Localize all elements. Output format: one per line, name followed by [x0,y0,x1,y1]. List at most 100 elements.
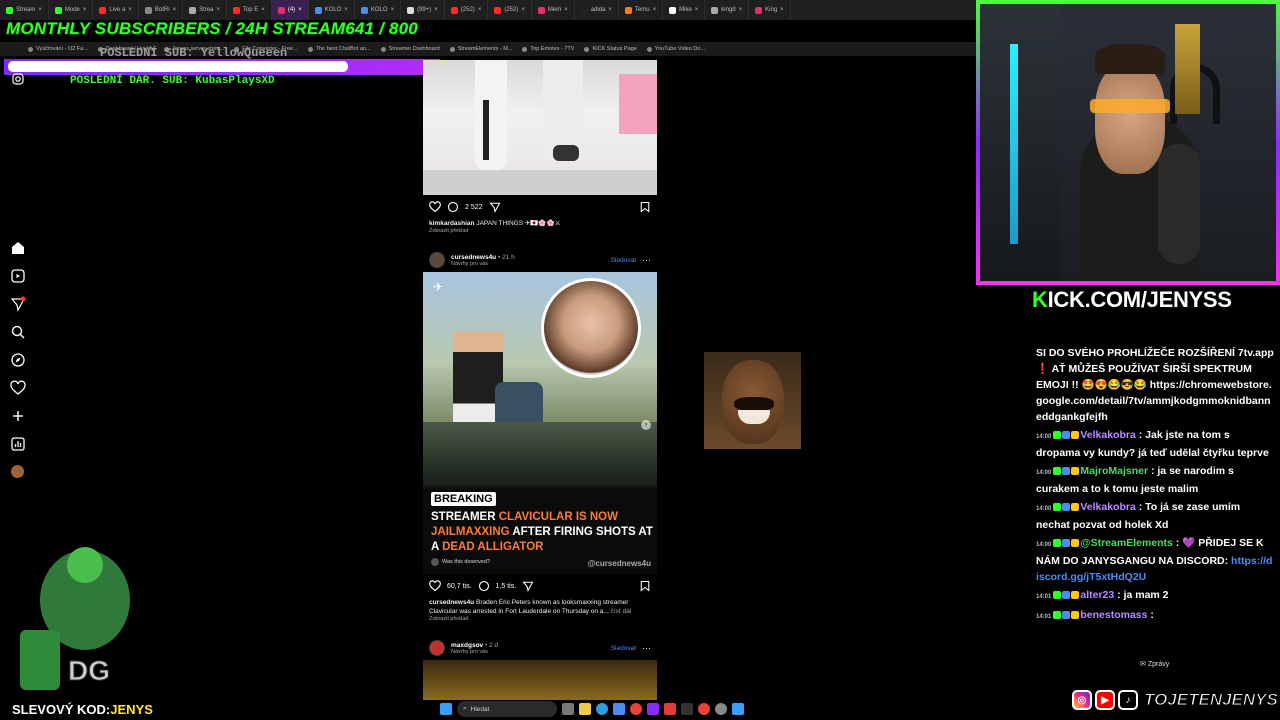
edge-icon[interactable] [596,703,608,715]
home-icon[interactable] [10,240,26,256]
browser-tab[interactable]: (99+) × [401,0,445,20]
comment-icon[interactable] [447,201,459,213]
tab-close-icon[interactable]: × [739,7,743,13]
browser-tab[interactable]: Top E × [227,0,272,20]
comment-icon[interactable] [478,580,490,592]
bookmark-icon[interactable] [639,201,651,213]
tab-close-icon[interactable]: × [173,7,177,13]
browser-tab[interactable]: Mode × [49,0,94,20]
windows-start-icon[interactable] [440,703,452,715]
bookmark-icon[interactable] [639,580,651,592]
caption-username[interactable]: cursednews4u [429,599,474,606]
like-heart-icon[interactable] [429,201,441,213]
post-image[interactable] [423,660,657,700]
reels-icon[interactable] [10,268,26,284]
chat-username[interactable]: benestomass [1080,609,1147,621]
messages-icon[interactable]: ✉ [1140,661,1146,668]
tab-close-icon[interactable]: × [653,7,657,13]
tab-close-icon[interactable]: × [38,7,42,13]
post-avatar[interactable] [429,640,445,656]
browser-tab[interactable]: BotRi × [139,0,184,20]
chat-username[interactable]: Velkakobra [1080,501,1135,513]
tab-close-icon[interactable]: × [128,7,132,13]
post-avatar[interactable] [429,252,445,268]
browser-tab[interactable]: Live a × [93,0,139,20]
tab-close-icon[interactable]: × [298,7,302,13]
post-username[interactable]: cursednews4u [451,254,496,261]
browser-tab[interactable]: Strea × [183,0,227,20]
caption-username[interactable]: kimkardashian [429,220,475,227]
browser-tab[interactable]: King × [749,0,791,20]
bookmark-item[interactable]: Top Emotes - 7TV [522,46,574,52]
tab-close-icon[interactable]: × [478,7,482,13]
follow-button[interactable]: Sledovat [611,645,636,652]
tab-close-icon[interactable]: × [780,7,784,13]
app-icon[interactable] [681,703,693,715]
more-options-icon[interactable]: ··· [642,255,651,265]
browser-tab[interactable]: (252) × [445,0,489,20]
instagram-logo-icon[interactable] [12,72,24,85]
read-more-link[interactable]: číst dál [611,608,632,615]
tab-close-icon[interactable]: × [695,7,699,13]
browser-tab[interactable]: KOLO × [355,0,402,20]
tab-close-icon[interactable]: × [261,7,265,13]
app-icon[interactable] [664,703,676,715]
like-count: 60,7 tis. [447,582,472,590]
store-icon[interactable] [613,703,625,715]
bookmark-item[interactable]: Vyúčtování - O2 Fa... [28,46,88,52]
post-username[interactable]: maxdgsov [451,642,483,649]
profile-avatar-icon[interactable] [11,465,24,478]
file-explorer-icon[interactable] [579,703,591,715]
browser-tab[interactable]: Mem × [532,0,575,20]
next-arrow-icon[interactable]: › [641,420,651,430]
post-image[interactable] [423,60,657,195]
chat-username[interactable]: alter23 [1080,589,1114,601]
tab-close-icon[interactable]: × [521,7,525,13]
notifications-heart-icon[interactable] [10,380,26,396]
chat-username[interactable]: @StreamElements [1080,537,1173,549]
search-icon[interactable] [10,324,26,340]
bookmark-item[interactable]: StreamElements - M... [449,46,512,52]
more-options-icon[interactable]: ··· [642,643,651,653]
dashboard-icon[interactable] [10,436,26,452]
share-icon[interactable] [522,580,534,592]
bookmark-item[interactable]: The best ChatBot an... [307,46,371,52]
bookmark-item[interactable]: KICK Status Page [584,46,637,52]
bookmark-item[interactable]: YouTube Video Do... [646,46,705,52]
tab-favicon-icon [494,6,502,14]
bookmark-item[interactable]: Streamer Dashboard [380,46,440,52]
chat-username[interactable]: MajroMajsner [1080,465,1148,477]
tab-close-icon[interactable]: × [434,7,438,13]
tab-close-icon[interactable]: × [216,7,220,13]
like-heart-icon[interactable] [429,580,441,592]
notepad-icon[interactable] [732,703,744,715]
post-image[interactable]: ✈ › BREAKING STREAMER CLAVICULAR IS NOW … [423,272,657,574]
browser-tab[interactable]: (252) × [488,0,532,20]
browser-tab[interactable]: Temu × [619,0,664,20]
create-plus-icon[interactable] [10,408,26,424]
follow-button[interactable]: Sledovat [611,257,636,264]
browser-tab[interactable]: Stream × [0,0,49,20]
chat-message: 14:00 Velkakobra : Jak jste na tom s drop… [1036,427,1274,461]
share-icon[interactable] [488,201,501,213]
explore-icon[interactable] [10,352,26,368]
direct-messages-icon[interactable] [10,296,26,312]
taskbar-search[interactable]: ⌕ Hledat [457,701,557,717]
messages-label[interactable]: Zprávy [1148,661,1169,668]
tab-close-icon[interactable]: × [564,7,568,13]
app-icon[interactable] [647,703,659,715]
settings-icon[interactable] [715,703,727,715]
tab-close-icon[interactable]: × [83,7,87,13]
tab-close-icon[interactable]: × [344,7,348,13]
browser-tab[interactable]: Mike × [663,0,706,20]
tab-close-icon[interactable]: × [608,7,612,13]
browser-tab[interactable]: adida × [575,0,619,20]
browser-tab[interactable]: KOLO × [309,0,355,20]
chrome-icon[interactable] [698,703,710,715]
browser-tab[interactable]: kingd × [705,0,750,20]
chrome-icon[interactable] [630,703,642,715]
task-view-icon[interactable] [562,703,574,715]
chat-username[interactable]: Velkakobra [1080,429,1135,441]
tab-close-icon[interactable]: × [391,7,395,13]
browser-tab[interactable]: (4) × [271,0,309,20]
